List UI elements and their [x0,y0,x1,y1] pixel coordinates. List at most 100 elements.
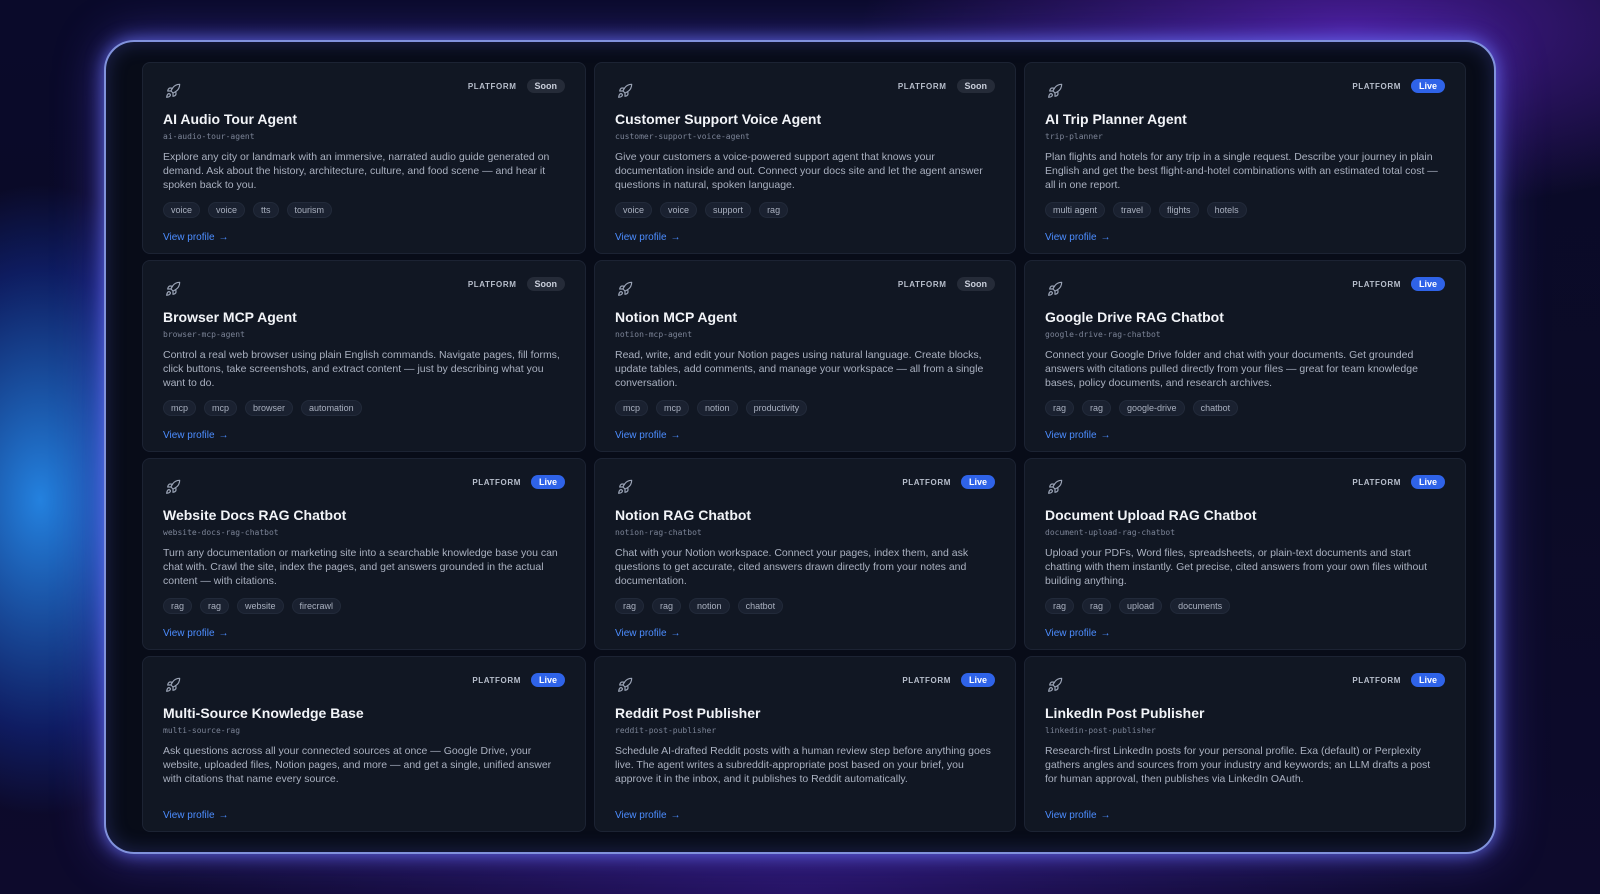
platform-badge: PLATFORM [1352,675,1401,685]
tag: mcp [656,400,690,416]
status-badge: Live [530,673,565,687]
view-profile-label: View profile [163,628,215,639]
tag: rag [1045,400,1075,416]
card-title: Reddit Post Publisher [615,705,761,721]
view-profile-label: View profile [615,810,667,821]
tag: rag [759,202,789,218]
card-badges: PLATFORM Live [902,475,995,489]
tag-list: mcp mcp browser automation [163,400,565,416]
tag: voice [163,202,201,218]
view-profile-link[interactable]: View profile → [1045,810,1111,821]
agent-card[interactable]: PLATFORM Soon Browser MCP Agent browser-… [142,260,586,452]
view-profile-link[interactable]: View profile → [1045,232,1111,243]
platform-badge: PLATFORM [1352,477,1401,487]
view-profile-link[interactable]: View profile → [615,232,681,243]
agent-card[interactable]: PLATFORM Live AI Trip Planner Agent trip… [1024,62,1466,254]
tag-list: voice voice support rag [615,202,995,218]
tag: support [705,202,752,218]
card-badges: PLATFORM Soon [468,277,565,291]
agent-card-grid: PLATFORM Soon AI Audio Tour Agent ai-aud… [142,62,1466,832]
arrow-right-icon: → [1100,232,1111,243]
rocket-icon [1045,675,1065,695]
view-profile-link[interactable]: View profile → [163,810,229,821]
agent-card[interactable]: PLATFORM Live LinkedIn Post Publisher li… [1024,656,1466,832]
tag: rag [652,598,682,614]
view-profile-link[interactable]: View profile → [615,628,681,639]
view-profile-link[interactable]: View profile → [615,810,681,821]
view-profile-link[interactable]: View profile → [163,232,229,243]
tag: mcp [615,400,649,416]
arrow-right-icon: → [670,232,681,243]
view-profile-link[interactable]: View profile → [1045,628,1111,639]
tag: voice [615,202,653,218]
view-profile-link[interactable]: View profile → [1045,430,1111,441]
card-description: Explore any city or landmark with an imm… [163,151,550,191]
arrow-right-icon: → [670,810,681,821]
view-profile-link[interactable]: View profile → [615,430,681,441]
agent-card[interactable]: PLATFORM Live Document Upload RAG Chatbo… [1024,458,1466,650]
agent-card[interactable]: PLATFORM Live Notion RAG Chatbot notion-… [594,458,1016,650]
view-profile-link[interactable]: View profile → [163,430,229,441]
tag: firecrawl [291,598,342,614]
agent-card[interactable]: PLATFORM Live Reddit Post Publisher redd… [594,656,1016,832]
view-profile-label: View profile [615,430,667,441]
tag: upload [1119,598,1163,614]
tag: rag [615,598,645,614]
card-badges: PLATFORM Soon [898,79,995,93]
rocket-icon [1045,81,1065,101]
agent-card[interactable]: PLATFORM Live Website Docs RAG Chatbot w… [142,458,586,650]
card-description: Connect your Google Drive folder and cha… [1045,349,1418,389]
tag-list: voice voice tts tourism [163,202,565,218]
tag: voice [660,202,698,218]
tag: mcp [163,400,197,416]
tag: notion [697,400,738,416]
agent-card[interactable]: PLATFORM Live Multi-Source Knowledge Bas… [142,656,586,832]
card-title: Google Drive RAG Chatbot [1045,309,1224,325]
card-description: Ask questions across all your connected … [163,745,552,785]
rocket-icon [163,675,183,695]
rocket-icon [1045,477,1065,497]
rocket-icon [615,477,635,497]
card-badges: PLATFORM Live [472,673,565,687]
card-badges: PLATFORM Live [1352,475,1445,489]
tag-list: mcp mcp notion productivity [615,400,995,416]
card-slug: ai-audio-tour-agent [163,132,255,141]
tag: mcp [204,400,238,416]
view-profile-link[interactable]: View profile → [163,628,229,639]
agent-card[interactable]: PLATFORM Live Google Drive RAG Chatbot g… [1024,260,1466,452]
tag: rag [1082,400,1112,416]
card-badges: PLATFORM Live [1352,79,1445,93]
status-badge: Soon [956,277,995,291]
status-badge: Soon [526,79,565,93]
rocket-icon [615,279,635,299]
card-badges: PLATFORM Live [472,475,565,489]
tag-list: rag rag upload documents [1045,598,1445,614]
status-badge: Soon [526,277,565,291]
card-description: Research-first LinkedIn posts for your p… [1045,745,1431,785]
platform-badge: PLATFORM [897,279,947,289]
rocket-icon [163,477,183,497]
arrow-right-icon: → [1100,810,1111,821]
agent-card[interactable]: PLATFORM Soon Customer Support Voice Age… [594,62,1016,254]
tag: chatbot [1192,400,1239,416]
tag: tts [253,202,279,218]
card-slug: multi-source-rag [163,726,241,735]
status-badge: Live [1410,673,1445,687]
status-badge: Soon [956,79,995,93]
card-description: Chat with your Notion workspace. Connect… [615,547,969,587]
platform-badge: PLATFORM [902,477,951,487]
tag: website [237,598,284,614]
view-profile-label: View profile [163,430,215,441]
arrow-right-icon: → [670,628,681,639]
view-profile-label: View profile [163,232,215,243]
arrow-right-icon: → [1100,430,1111,441]
platform-badge: PLATFORM [467,279,517,289]
platform-badge: PLATFORM [902,675,951,685]
tag: flights [1159,202,1199,218]
card-slug: trip-planner [1045,132,1103,141]
agent-card[interactable]: PLATFORM Soon Notion MCP Agent notion-mc… [594,260,1016,452]
platform-badge: PLATFORM [472,675,521,685]
agent-card[interactable]: PLATFORM Soon AI Audio Tour Agent ai-aud… [142,62,586,254]
tag-list: rag rag website firecrawl [163,598,565,614]
tag-list: rag rag notion chatbot [615,598,995,614]
